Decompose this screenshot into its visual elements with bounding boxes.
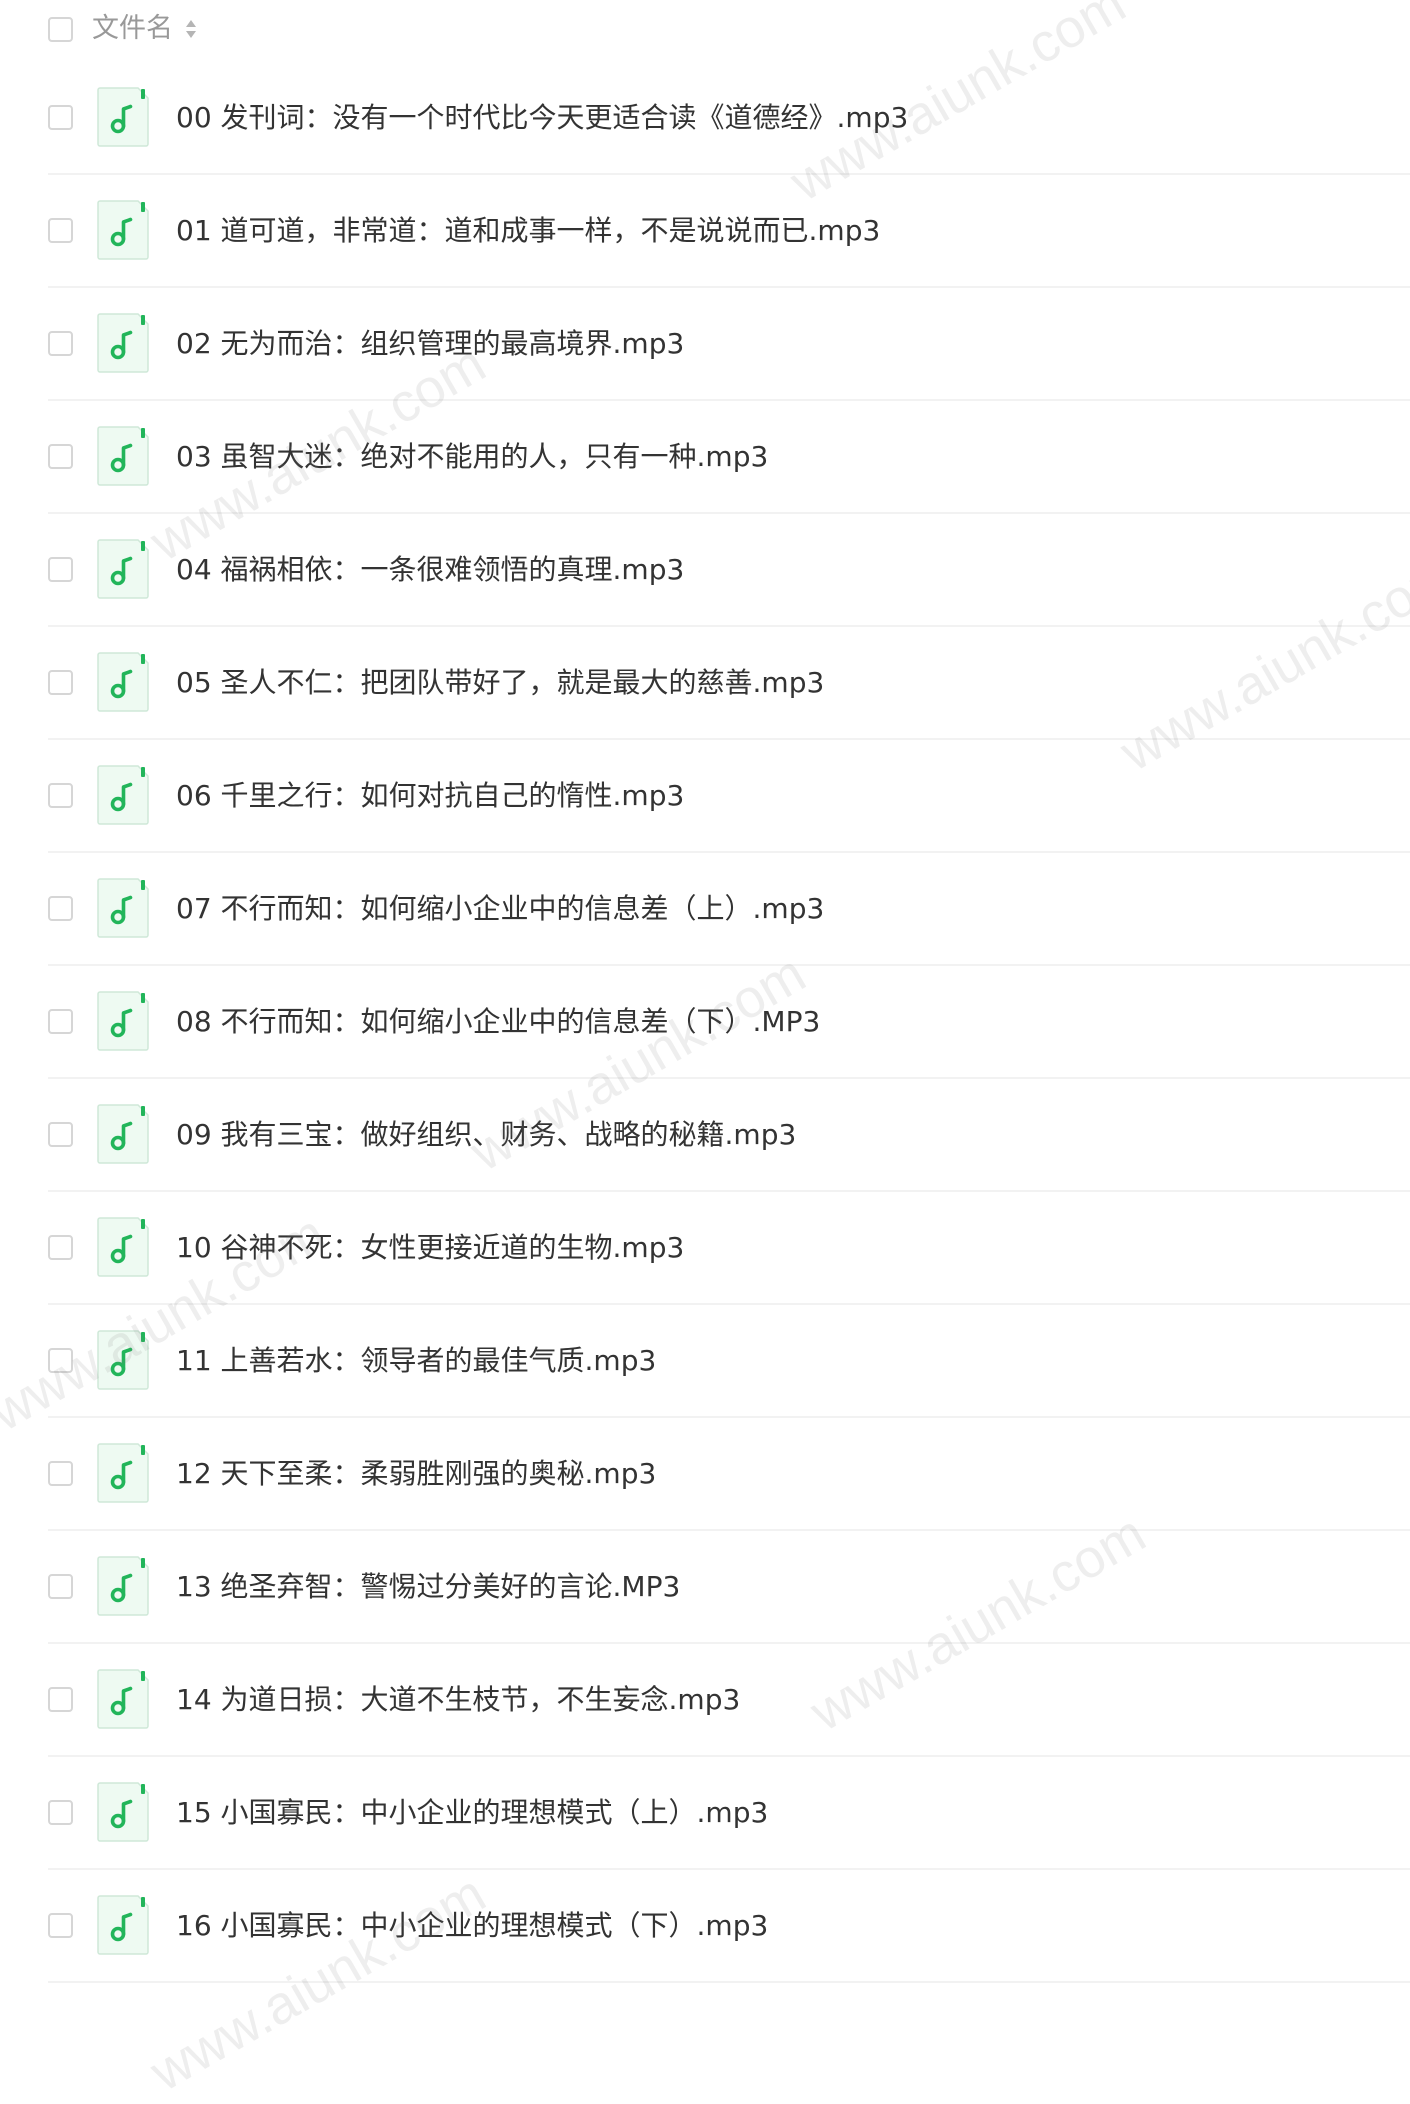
file-name[interactable]: 01 道可道，非常道：道和成事一样，不是说说而已.mp3 [176,175,880,286]
file-row[interactable]: 01 道可道，非常道：道和成事一样，不是说说而已.mp3 [48,175,1410,288]
music-note-icon [97,200,149,260]
music-note-icon [97,878,149,938]
file-name[interactable]: 15 小国寡民：中小企业的理想模式（上）.mp3 [176,1757,768,1868]
file-row[interactable]: 12 天下至柔：柔弱胜刚强的奥秘.mp3 [48,1418,1410,1531]
music-note-icon [97,1669,149,1729]
file-select-checkbox[interactable] [48,1348,73,1373]
music-note-icon [97,1895,149,1955]
music-note-icon [97,539,149,599]
music-note-icon [97,313,149,373]
file-row[interactable]: 06 千里之行：如何对抗自己的惰性.mp3 [48,740,1410,853]
filename-column-header[interactable]: 文件名 [92,11,173,47]
file-name[interactable]: 05 圣人不仁：把团队带好了，就是最大的慈善.mp3 [176,627,824,738]
music-note-icon [97,765,149,825]
file-row[interactable]: 13 绝圣弃智：警惕过分美好的言论.MP3 [48,1531,1410,1644]
file-row[interactable]: 15 小国寡民：中小企业的理想模式（上）.mp3 [48,1757,1410,1870]
music-note-icon [97,1443,149,1503]
file-rows: 00 发刊词：没有一个时代比今天更适合读《道德经》.mp3 01 道可道，非常道：… [0,62,1410,1983]
file-select-checkbox[interactable] [48,1461,73,1486]
file-select-checkbox[interactable] [48,1800,73,1825]
file-select-checkbox[interactable] [48,331,73,356]
file-row[interactable]: 09 我有三宝：做好组织、财务、战略的秘籍.mp3 [48,1079,1410,1192]
file-name[interactable]: 07 不行而知：如何缩小企业中的信息差（上）.mp3 [176,853,824,964]
music-note-icon [97,1217,149,1277]
music-note-icon [97,652,149,712]
file-row[interactable]: 16 小国寡民：中小企业的理想模式（下）.mp3 [48,1870,1410,1983]
file-row[interactable]: 08 不行而知：如何缩小企业中的信息差（下）.MP3 [48,966,1410,1079]
file-select-checkbox[interactable] [48,105,73,130]
file-select-checkbox[interactable] [48,1574,73,1599]
file-row[interactable]: 00 发刊词：没有一个时代比今天更适合读《道德经》.mp3 [48,62,1410,175]
file-row[interactable]: 02 无为而治：组织管理的最高境界.mp3 [48,288,1410,401]
file-select-checkbox[interactable] [48,1913,73,1938]
file-select-checkbox[interactable] [48,557,73,582]
file-name[interactable]: 02 无为而治：组织管理的最高境界.mp3 [176,288,684,399]
file-name[interactable]: 12 天下至柔：柔弱胜刚强的奥秘.mp3 [176,1418,656,1529]
file-row[interactable]: 03 虽智大迷：绝对不能用的人，只有一种.mp3 [48,401,1410,514]
music-note-icon [97,1330,149,1390]
file-name[interactable]: 09 我有三宝：做好组织、财务、战略的秘籍.mp3 [176,1079,796,1190]
music-note-icon [97,1782,149,1842]
file-row[interactable]: 07 不行而知：如何缩小企业中的信息差（上）.mp3 [48,853,1410,966]
music-note-icon [97,1556,149,1616]
file-select-checkbox[interactable] [48,1009,73,1034]
file-select-checkbox[interactable] [48,218,73,243]
file-row[interactable]: 14 为道日损：大道不生枝节，不生妄念.mp3 [48,1644,1410,1757]
file-name[interactable]: 04 福祸相依：一条很难领悟的真理.mp3 [176,514,684,625]
music-note-icon [97,426,149,486]
file-select-checkbox[interactable] [48,670,73,695]
file-name[interactable]: 08 不行而知：如何缩小企业中的信息差（下）.MP3 [176,966,820,1077]
file-row[interactable]: 05 圣人不仁：把团队带好了，就是最大的慈善.mp3 [48,627,1410,740]
file-name[interactable]: 00 发刊词：没有一个时代比今天更适合读《道德经》.mp3 [176,62,908,173]
file-name[interactable]: 10 谷神不死：女性更接近道的生物.mp3 [176,1192,684,1303]
file-select-checkbox[interactable] [48,896,73,921]
file-name[interactable]: 03 虽智大迷：绝对不能用的人，只有一种.mp3 [176,401,768,512]
file-list: 文件名 00 发刊词：没有一个时代比今天更适合读《道德经》.mp3 01 道可道，… [0,0,1410,1983]
music-note-icon [97,1104,149,1164]
file-name[interactable]: 11 上善若水：领导者的最佳气质.mp3 [176,1305,656,1416]
file-row[interactable]: 04 福祸相依：一条很难领悟的真理.mp3 [48,514,1410,627]
file-select-checkbox[interactable] [48,444,73,469]
music-note-icon [97,87,149,147]
file-name[interactable]: 06 千里之行：如何对抗自己的惰性.mp3 [176,740,684,851]
file-name[interactable]: 14 为道日损：大道不生枝节，不生妄念.mp3 [176,1644,740,1755]
select-all-checkbox[interactable] [48,17,73,42]
file-select-checkbox[interactable] [48,1687,73,1712]
file-list-header: 文件名 [0,0,1410,62]
music-note-icon [97,991,149,1051]
file-row[interactable]: 11 上善若水：领导者的最佳气质.mp3 [48,1305,1410,1418]
sort-icon[interactable] [184,17,198,41]
file-select-checkbox[interactable] [48,1235,73,1260]
file-name[interactable]: 16 小国寡民：中小企业的理想模式（下）.mp3 [176,1870,768,1981]
file-select-checkbox[interactable] [48,1122,73,1147]
file-select-checkbox[interactable] [48,783,73,808]
file-name[interactable]: 13 绝圣弃智：警惕过分美好的言论.MP3 [176,1531,680,1642]
file-row[interactable]: 10 谷神不死：女性更接近道的生物.mp3 [48,1192,1410,1305]
